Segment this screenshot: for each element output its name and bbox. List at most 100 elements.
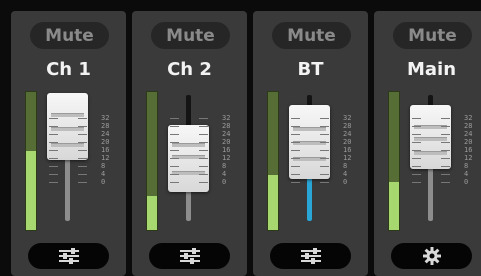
main-settings-button[interactable] bbox=[391, 243, 472, 269]
scale-tick bbox=[78, 174, 87, 175]
scale-label: 28 bbox=[464, 122, 473, 130]
scale-tick bbox=[170, 118, 179, 119]
scale-tick bbox=[170, 166, 179, 167]
scale-tick bbox=[199, 158, 208, 159]
scale-tick bbox=[199, 134, 208, 135]
scale-tick bbox=[441, 150, 450, 151]
channel-strip-ch1: Mute Ch 1 32 28 24 20 16 12 8 4 0 bbox=[11, 11, 126, 276]
fader-cap[interactable] bbox=[410, 105, 451, 169]
scale-tick bbox=[441, 182, 450, 183]
scale-tick bbox=[441, 166, 450, 167]
scale-tick bbox=[78, 182, 87, 183]
channel-strip-ch2: Mute Ch 2 32 28 24 20 16 12 8 4 0 bbox=[132, 11, 247, 276]
scale-tick bbox=[441, 158, 450, 159]
scale-tick bbox=[412, 174, 421, 175]
channel-strip-main: Mute Main 32 28 24 20 16 12 8 4 0 bbox=[374, 11, 481, 276]
scale-label: 8 bbox=[464, 162, 469, 170]
sliders-icon bbox=[179, 248, 200, 264]
fader-rail bbox=[428, 166, 433, 221]
meter-fill bbox=[147, 195, 157, 230]
sliders-icon bbox=[300, 248, 321, 264]
scale-tick bbox=[441, 134, 450, 135]
scale-tick bbox=[199, 118, 208, 119]
scale-tick bbox=[441, 118, 450, 119]
scale-tick bbox=[49, 118, 58, 119]
scale-tick bbox=[49, 182, 58, 183]
scale-label: 32 bbox=[464, 114, 473, 122]
channel-name: BT bbox=[297, 59, 324, 80]
scale-tick bbox=[49, 126, 58, 127]
scale-label: 24 bbox=[343, 130, 352, 138]
scale-tick bbox=[320, 126, 329, 127]
channel-settings-button[interactable] bbox=[149, 243, 230, 269]
level-meter bbox=[267, 91, 279, 231]
scale-tick bbox=[412, 158, 421, 159]
scale-label: 12 bbox=[222, 154, 231, 162]
scale-label: 12 bbox=[343, 154, 352, 162]
scale-tick bbox=[170, 158, 179, 159]
scale-tick bbox=[199, 150, 208, 151]
scale-label: 32 bbox=[101, 114, 110, 122]
scale-tick bbox=[199, 166, 208, 167]
scale-label: 28 bbox=[343, 122, 352, 130]
scale-label: 28 bbox=[101, 122, 110, 130]
scale-label: 24 bbox=[464, 130, 473, 138]
scale-tick bbox=[320, 142, 329, 143]
channel-settings-button[interactable] bbox=[270, 243, 351, 269]
scale-label: 8 bbox=[222, 162, 227, 170]
channel-strip-bt: Mute BT 32 28 24 20 16 12 8 4 0 bbox=[253, 11, 368, 276]
scale-tick bbox=[412, 150, 421, 151]
scale-tick bbox=[199, 174, 208, 175]
scale-tick bbox=[291, 158, 300, 159]
meter-fill bbox=[26, 151, 36, 230]
scale-tick bbox=[291, 142, 300, 143]
mute-button[interactable]: Mute bbox=[272, 22, 351, 49]
scale-tick bbox=[291, 150, 300, 151]
scale-tick bbox=[320, 134, 329, 135]
scale-tick bbox=[291, 126, 300, 127]
scale-label: 12 bbox=[464, 154, 473, 162]
channel-name: Main bbox=[406, 59, 457, 80]
scale-tick bbox=[412, 126, 421, 127]
scale-tick bbox=[199, 182, 208, 183]
scale-tick bbox=[78, 142, 87, 143]
scale-tick bbox=[291, 166, 300, 167]
scale-tick bbox=[412, 166, 421, 167]
level-meter bbox=[146, 91, 158, 231]
scale-label: 20 bbox=[222, 138, 231, 146]
scale-tick bbox=[291, 134, 300, 135]
scale-label: 24 bbox=[222, 130, 231, 138]
scale-tick bbox=[291, 174, 300, 175]
mute-button[interactable]: Mute bbox=[30, 22, 109, 49]
scale-tick bbox=[412, 118, 421, 119]
scale-tick bbox=[320, 174, 329, 175]
scale-tick bbox=[49, 166, 58, 167]
scale-label: 0 bbox=[343, 178, 348, 186]
scale-tick bbox=[412, 142, 421, 143]
channel-settings-button[interactable] bbox=[28, 243, 109, 269]
scale-tick bbox=[412, 182, 421, 183]
scale-label: 16 bbox=[343, 146, 352, 154]
scale-tick bbox=[170, 126, 179, 127]
scale-tick bbox=[320, 182, 329, 183]
mute-button[interactable]: Mute bbox=[393, 22, 472, 49]
scale-tick bbox=[49, 174, 58, 175]
fader-scale: 32 28 24 20 16 12 8 4 0 bbox=[101, 114, 109, 186]
scale-tick bbox=[78, 158, 87, 159]
scale-tick bbox=[441, 142, 450, 143]
scale-tick bbox=[199, 126, 208, 127]
scale-label: 20 bbox=[343, 138, 352, 146]
level-meter bbox=[25, 91, 37, 231]
scale-tick bbox=[320, 150, 329, 151]
scale-label: 12 bbox=[101, 154, 110, 162]
scale-tick bbox=[78, 166, 87, 167]
scale-tick bbox=[49, 158, 58, 159]
scale-tick bbox=[78, 134, 87, 135]
meter-fill bbox=[268, 174, 278, 230]
scale-tick bbox=[441, 126, 450, 127]
scale-label: 16 bbox=[222, 146, 231, 154]
mute-button[interactable]: Mute bbox=[151, 22, 230, 49]
channel-name: Ch 1 bbox=[46, 59, 91, 80]
fader-scale: 32 28 24 20 16 12 8 4 0 bbox=[222, 114, 230, 186]
scale-tick bbox=[49, 134, 58, 135]
